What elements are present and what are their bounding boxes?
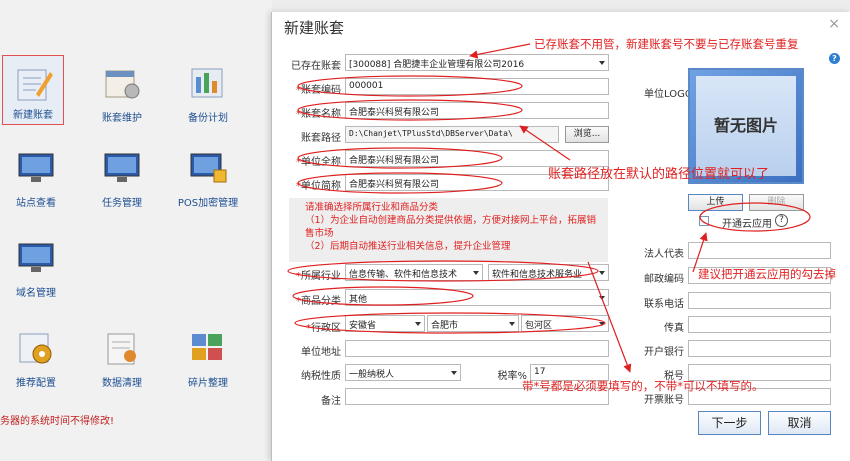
name-highlight-ellipse bbox=[297, 99, 523, 121]
annotation-path: 账套路径放在默认的路径位置就可以了 bbox=[548, 167, 770, 182]
fullname-highlight-ellipse bbox=[297, 147, 503, 169]
industry-highlight-ellipse bbox=[287, 260, 599, 282]
annotation-required: 带*号都是必须要填写的，不带*可以不填写的。 bbox=[522, 379, 764, 393]
cloud-highlight-ellipse bbox=[699, 202, 811, 232]
annotation-arrow bbox=[519, 125, 571, 161]
annotation-cloud: 建议把开通云应用的勾去掉 bbox=[698, 267, 836, 281]
annotation-existing-account: 已存账套不用管，新建账套号不要与已存账套号重复 bbox=[534, 37, 799, 51]
shortname-highlight-ellipse bbox=[297, 172, 503, 194]
region-highlight-ellipse bbox=[294, 312, 606, 334]
annotation-arrow bbox=[587, 261, 632, 373]
annotation-arrow bbox=[469, 43, 531, 59]
code-highlight-ellipse bbox=[297, 75, 523, 97]
goods-highlight-ellipse bbox=[292, 286, 474, 306]
